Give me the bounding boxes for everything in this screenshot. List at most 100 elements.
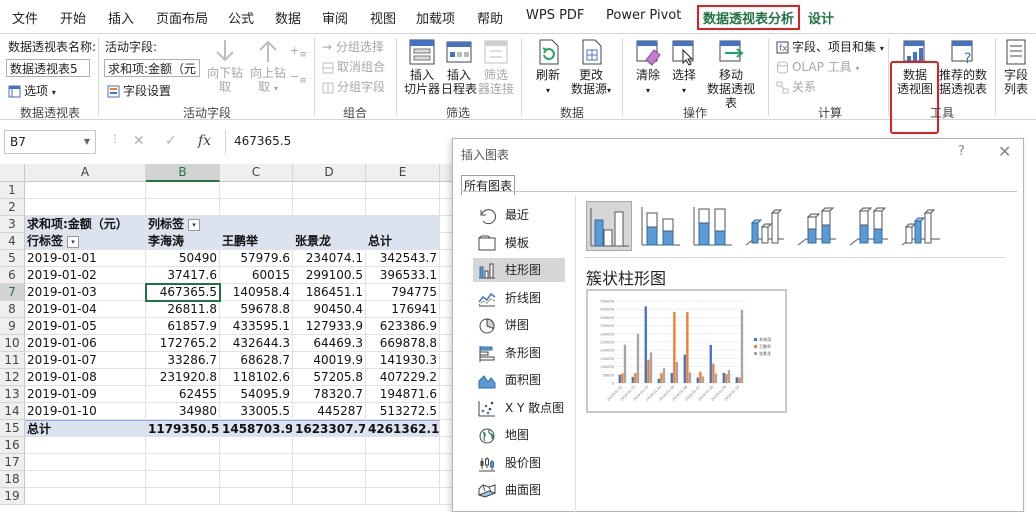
column-header-d[interactable]: D: [293, 164, 366, 182]
cell[interactable]: [440, 233, 452, 250]
pivot-column-header[interactable]: 王鹏举: [220, 233, 293, 250]
ungroup-button[interactable]: 取消组合: [322, 58, 385, 75]
tab-power-pivot[interactable]: Power Pivot: [606, 8, 681, 23]
pivot-options-button[interactable]: 选项 ▾: [8, 82, 56, 99]
pivot-row-label[interactable]: 2019-01-08: [25, 369, 146, 386]
cell[interactable]: [440, 267, 452, 284]
pivot-grand-total-label[interactable]: 总计: [25, 420, 146, 437]
expand-field-icon[interactable]: +≡: [290, 44, 307, 60]
row-header[interactable]: 7: [0, 284, 25, 301]
pivot-column-header[interactable]: 李海涛: [146, 233, 220, 250]
cell[interactable]: [440, 301, 452, 318]
cell[interactable]: [146, 471, 220, 488]
pivot-value-cell[interactable]: 513272.5: [366, 403, 440, 420]
insert-timeline-button[interactable]: 插入 日程表: [441, 38, 477, 96]
row-header[interactable]: 14: [0, 403, 25, 420]
tab-file[interactable]: 文件: [12, 8, 38, 27]
cell[interactable]: [25, 199, 146, 216]
cell[interactable]: [440, 420, 452, 437]
3d-stacked-column-subtype[interactable]: [794, 201, 840, 251]
pivot-row-label[interactable]: 2019-01-01: [25, 250, 146, 267]
pivot-row-label[interactable]: 2019-01-02: [25, 267, 146, 284]
cell[interactable]: [146, 182, 220, 199]
cell[interactable]: [440, 216, 452, 233]
pivot-row-label[interactable]: 2019-01-06: [25, 335, 146, 352]
pivot-value-cell[interactable]: 407229.2: [366, 369, 440, 386]
cell[interactable]: [25, 471, 146, 488]
insert-slicer-button[interactable]: 插入 切片器: [402, 38, 442, 96]
cell[interactable]: [293, 216, 366, 233]
pivot-value-cell[interactable]: 299100.5: [293, 267, 366, 284]
chart-type-recent[interactable]: 最近: [473, 203, 565, 227]
tab-help[interactable]: 帮助: [477, 8, 503, 27]
pivot-value-cell[interactable]: 623386.9: [366, 318, 440, 335]
cell[interactable]: [220, 182, 293, 199]
row-header[interactable]: 10: [0, 335, 25, 352]
cell[interactable]: [293, 199, 366, 216]
group-selection-button[interactable]: → 分组选择: [322, 38, 384, 55]
3d-clustered-column-subtype[interactable]: [742, 201, 788, 251]
pivot-column-header[interactable]: 张景龙: [293, 233, 366, 250]
cell[interactable]: [440, 352, 452, 369]
relationships-button[interactable]: 关系: [776, 78, 816, 95]
enter-icon[interactable]: ✓: [165, 133, 177, 149]
pivot-value-cell[interactable]: 61857.9: [146, 318, 220, 335]
field-settings-button[interactable]: 字段设置: [107, 82, 171, 99]
cell[interactable]: [220, 199, 293, 216]
pivot-value-cell[interactable]: 34980: [146, 403, 220, 420]
move-pivottable-button[interactable]: 移动 数据透视表: [702, 38, 760, 110]
cell[interactable]: [293, 437, 366, 454]
formula-input[interactable]: 467365.5: [225, 130, 455, 154]
select-button[interactable]: 选择 ▾: [666, 38, 702, 98]
cell[interactable]: [440, 318, 452, 335]
row-header[interactable]: 18: [0, 471, 25, 488]
insert-function-icon[interactable]: fx: [198, 133, 211, 149]
pivot-row-labels[interactable]: 行标签 ▾: [25, 233, 146, 250]
pivot-value-cell[interactable]: 342543.7: [366, 250, 440, 267]
chart-type-line-chart[interactable]: 折线图: [473, 286, 565, 310]
active-field-input[interactable]: [104, 59, 200, 77]
pivot-grand-total-cell[interactable]: 1458703.9: [220, 420, 293, 437]
cell[interactable]: [220, 437, 293, 454]
pivot-name-input[interactable]: [6, 59, 90, 77]
pivot-value-cell[interactable]: 432644.3: [220, 335, 293, 352]
pivot-value-cell[interactable]: 62455: [146, 386, 220, 403]
cell[interactable]: [440, 369, 452, 386]
cell[interactable]: [440, 488, 452, 505]
olap-tools-button[interactable]: OLAP 工具 ▾: [776, 58, 860, 75]
column-header-e[interactable]: E: [366, 164, 440, 182]
row-header[interactable]: 11: [0, 352, 25, 369]
row-header[interactable]: 3: [0, 216, 25, 233]
row-header[interactable]: 13: [0, 386, 25, 403]
100-stacked-column-subtype[interactable]: [690, 201, 736, 251]
formula-bar-grip[interactable]: ⋮: [110, 134, 120, 145]
pivot-value-cell[interactable]: 445287: [293, 403, 366, 420]
cell[interactable]: [25, 437, 146, 454]
cell[interactable]: [220, 488, 293, 505]
pivot-row-label[interactable]: 2019-01-07: [25, 352, 146, 369]
group-field-button[interactable]: 分组字段: [322, 78, 385, 95]
pivot-row-label[interactable]: 2019-01-04: [25, 301, 146, 318]
cell[interactable]: [293, 182, 366, 199]
tab-review[interactable]: 审阅: [322, 8, 348, 27]
cell[interactable]: [366, 471, 440, 488]
column-header-c[interactable]: C: [220, 164, 293, 182]
close-button[interactable]: ✕: [998, 142, 1011, 161]
chart-preview[interactable]: 500000 450000 400000 350000 300000 250000 2000…: [586, 289, 787, 413]
cell[interactable]: [146, 199, 220, 216]
pivot-value-cell[interactable]: 57205.8: [293, 369, 366, 386]
filter-connections-button[interactable]: 筛选 器连接: [477, 38, 515, 96]
tab-insert[interactable]: 插入: [108, 8, 134, 27]
cell[interactable]: [293, 471, 366, 488]
pivot-value-cell[interactable]: 194871.6: [366, 386, 440, 403]
field-list-button[interactable]: 字段 列表: [998, 38, 1034, 96]
pivot-value-cell[interactable]: 141930.3: [366, 352, 440, 369]
change-data-source-button[interactable]: 更改 数据源▾: [566, 38, 616, 98]
tab-formulas[interactable]: 公式: [228, 8, 254, 27]
tab-view[interactable]: 视图: [370, 8, 396, 27]
cell[interactable]: [366, 437, 440, 454]
chart-type-bar-chart[interactable]: 条形图: [473, 341, 565, 365]
row-header[interactable]: 8: [0, 301, 25, 318]
cell[interactable]: [440, 182, 452, 199]
fields-items-sets-button[interactable]: fx 字段、项目和集 ▾: [776, 38, 884, 55]
